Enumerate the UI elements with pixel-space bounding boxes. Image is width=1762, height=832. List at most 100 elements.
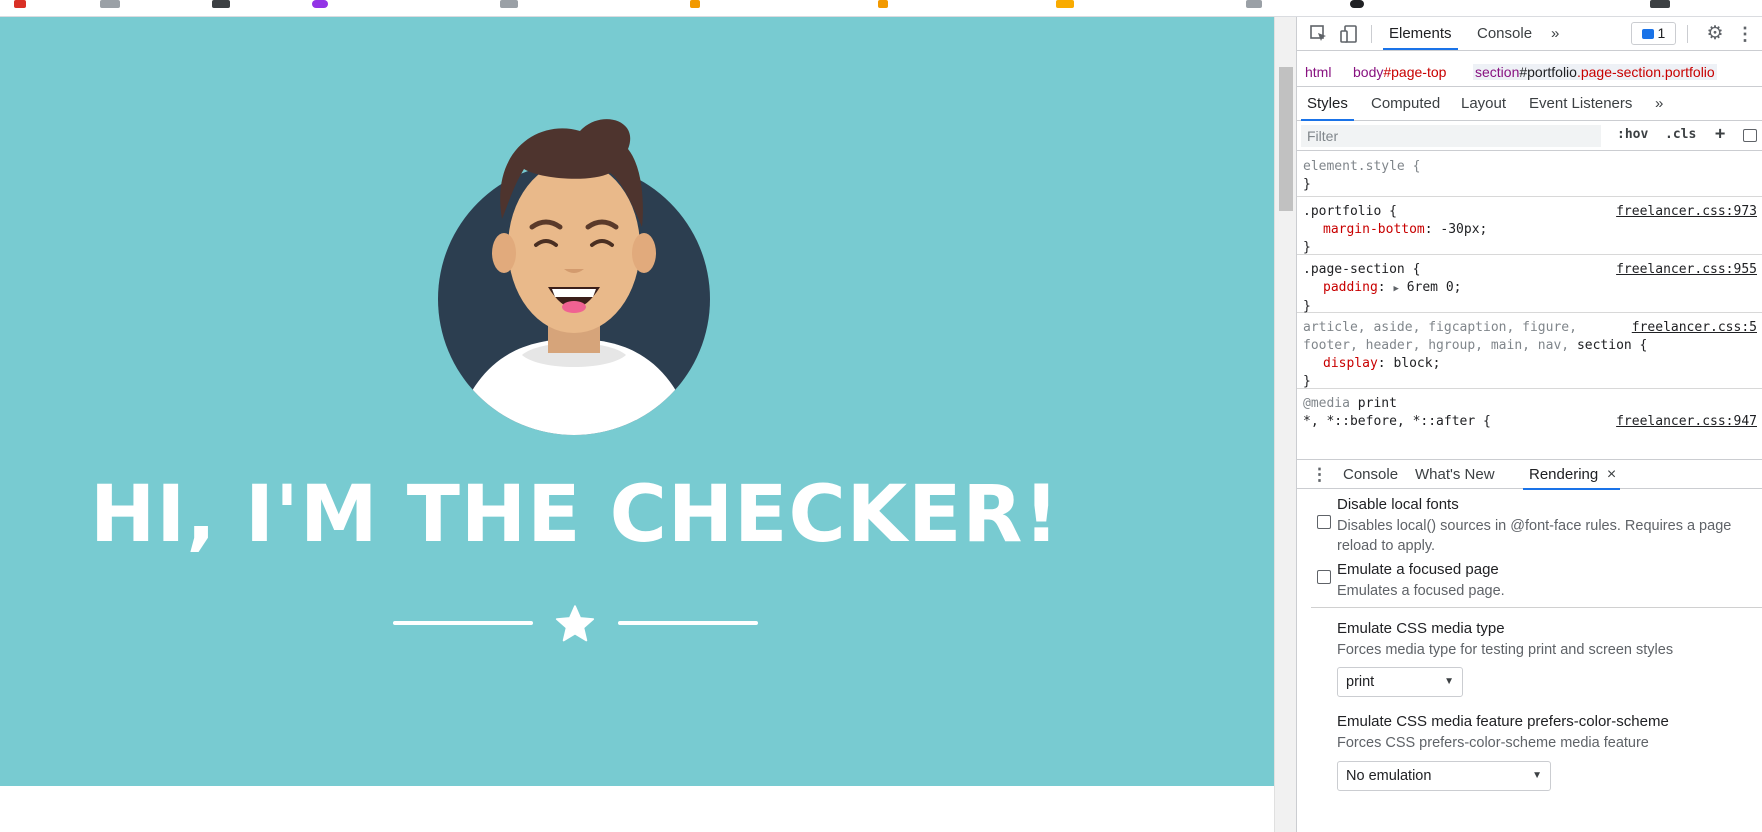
kebab-menu-icon[interactable]: ⋮	[1735, 24, 1755, 44]
breadcrumb-body-tag: body	[1353, 64, 1384, 80]
breadcrumb-section-tag: section	[1475, 64, 1520, 80]
style-property-name[interactable]: padding	[1303, 280, 1378, 295]
drawer-tabbar: ⋮ Console What's New Rendering ×	[1297, 459, 1762, 490]
device-toggle-icon[interactable]	[1339, 24, 1359, 44]
emulate-focused-page-checkbox[interactable]	[1317, 570, 1331, 584]
subtab-event-listeners[interactable]: Event Listeners	[1523, 87, 1638, 121]
toggle-sidebar-icon[interactable]	[1743, 129, 1757, 142]
drawer-tab-console[interactable]: Console	[1337, 460, 1404, 490]
page-scrollbar-thumb[interactable]	[1279, 67, 1293, 211]
masthead-section: HI, I'M THE CHECKER!	[0, 17, 1274, 786]
section-divider	[1311, 607, 1762, 608]
drawer-tab-rendering-label: Rendering	[1529, 466, 1599, 483]
style-rule-media-print[interactable]: @media print freelancer.css:947 *, *::be…	[1297, 389, 1762, 449]
breadcrumb-body-id: #page-top	[1383, 64, 1447, 80]
inspect-element-icon[interactable]	[1309, 24, 1329, 44]
cls-toggle-button[interactable]: .cls	[1665, 127, 1696, 142]
breadcrumb-section[interactable]: section#portfolio.page-section.portfolio	[1473, 64, 1717, 80]
new-style-rule-button[interactable]: +	[1715, 124, 1725, 144]
devtools-panel: Elements Console » 1 ⚙ ⋮ html body#page-…	[1296, 17, 1762, 832]
chevron-down-icon: ▼	[1532, 770, 1542, 781]
breadcrumb-section-classes: .page-section.portfolio	[1576, 64, 1715, 80]
style-property-value[interactable]: 6rem 0;	[1407, 280, 1462, 295]
subtab-computed[interactable]: Computed	[1365, 87, 1446, 121]
styles-pane: element.style { } freelancer.css:973 .po…	[1297, 152, 1762, 452]
style-rule-selector-match: section {	[1576, 338, 1648, 353]
bookmark-item[interactable]	[14, 0, 26, 8]
bookmark-item[interactable]	[878, 0, 888, 8]
drawer-tab-rendering[interactable]: Rendering ×	[1523, 460, 1621, 490]
style-rule-element[interactable]: element.style { }	[1297, 152, 1762, 197]
rendering-pane: Disable local fonts Disables local() sou…	[1297, 490, 1762, 832]
hero-title: HI, I'M THE CHECKER!	[89, 470, 1061, 560]
styles-subtabs: Styles Computed Layout Event Listeners »	[1297, 87, 1762, 121]
option-description: Forces CSS prefers-color-scheme media fe…	[1337, 735, 1649, 751]
hov-toggle-button[interactable]: :hov	[1617, 127, 1648, 142]
media-type-selected-value: print	[1346, 674, 1375, 690]
divider-line-right	[618, 621, 758, 625]
breadcrumb-section-id: #portfolio	[1519, 64, 1577, 80]
devtools-toolbar: Elements Console » 1 ⚙ ⋮	[1297, 17, 1762, 51]
more-tabs-button[interactable]: »	[1545, 17, 1565, 50]
option-description: Emulates a focused page.	[1337, 583, 1505, 599]
option-disable-local-fonts: Disable local fonts Disables local() sou…	[1337, 496, 1737, 556]
style-rule-selector: element.style {	[1303, 159, 1421, 174]
option-title: Emulate a focused page	[1337, 561, 1499, 578]
bookmark-item[interactable]	[690, 0, 700, 8]
option-emulate-focused-page: Emulate a focused page Emulates a focuse…	[1337, 561, 1737, 601]
issues-badge[interactable]: 1	[1631, 22, 1676, 45]
tab-elements[interactable]: Elements	[1383, 17, 1458, 50]
option-title: Disable local fonts	[1337, 496, 1459, 513]
bookmark-item[interactable]	[1350, 0, 1364, 8]
option-description: Disables local() sources in @font-face r…	[1337, 518, 1732, 554]
chevron-down-icon: ▼	[1444, 676, 1454, 687]
style-rule-close: }	[1303, 177, 1311, 192]
breadcrumb-html[interactable]: html	[1305, 64, 1331, 80]
bookmark-item[interactable]	[312, 0, 328, 8]
drawer-menu-icon[interactable]: ⋮	[1311, 460, 1328, 490]
style-rule-source-link[interactable]: freelancer.css:947	[1616, 413, 1757, 431]
style-property-name[interactable]: margin-bottom	[1303, 222, 1425, 237]
subtab-styles[interactable]: Styles	[1301, 87, 1354, 121]
styles-filter-input[interactable]	[1301, 125, 1601, 147]
style-rule-portfolio[interactable]: freelancer.css:973 .portfolio { margin-b…	[1297, 197, 1762, 255]
bookmark-item[interactable]	[1056, 0, 1074, 8]
style-rule-page-section[interactable]: freelancer.css:955 .page-section { paddi…	[1297, 255, 1762, 314]
bookmark-item[interactable]	[1246, 0, 1262, 8]
style-property-name[interactable]: display	[1303, 356, 1378, 371]
style-property-value[interactable]: -30px;	[1440, 222, 1487, 237]
bookmark-item[interactable]	[212, 0, 230, 8]
breadcrumb-body[interactable]: body#page-top	[1353, 64, 1446, 80]
color-scheme-select[interactable]: No emulation ▼	[1337, 761, 1551, 791]
toolbar-separator	[1371, 25, 1372, 43]
style-property-value[interactable]: block;	[1393, 356, 1440, 371]
breadcrumb: html body#page-top section#portfolio.pag…	[1297, 57, 1762, 87]
disable-local-fonts-checkbox[interactable]	[1317, 515, 1331, 529]
style-rule-source-link[interactable]: freelancer.css:5	[1632, 319, 1757, 337]
media-type-select[interactable]: print ▼	[1337, 667, 1463, 697]
close-icon[interactable]: ×	[1607, 460, 1616, 490]
page-scrollbar[interactable]	[1274, 17, 1296, 832]
option-title: Emulate CSS media type	[1337, 620, 1505, 637]
star-divider	[393, 599, 758, 649]
bookmark-item[interactable]	[100, 0, 120, 8]
expand-triangle-icon[interactable]: ▶	[1393, 284, 1398, 294]
style-rule-source-link[interactable]: freelancer.css:973	[1616, 203, 1757, 221]
subtab-layout[interactable]: Layout	[1455, 87, 1512, 121]
drawer-tab-whats-new[interactable]: What's New	[1409, 460, 1501, 490]
style-rule-selector-dim: footer, header, hgroup, main, nav,	[1303, 338, 1577, 353]
tab-console[interactable]: Console	[1471, 17, 1538, 50]
divider-line-left	[393, 621, 533, 625]
media-query-type: print	[1357, 396, 1397, 411]
option-emulate-media-type: Emulate CSS media type Forces media type…	[1337, 620, 1737, 660]
settings-gear-icon[interactable]: ⚙	[1705, 24, 1725, 44]
option-description: Forces media type for testing print and …	[1337, 642, 1674, 658]
subtabs-more-button[interactable]: »	[1649, 87, 1669, 121]
option-prefers-color-scheme: Emulate CSS media feature prefers-color-…	[1337, 713, 1737, 753]
style-rule-block-elements[interactable]: freelancer.css:5 article, aside, figcapt…	[1297, 313, 1762, 389]
color-scheme-selected-value: No emulation	[1346, 768, 1432, 784]
bookmark-item[interactable]	[1650, 0, 1670, 8]
bookmark-item[interactable]	[500, 0, 518, 8]
option-title: Emulate CSS media feature prefers-color-…	[1337, 713, 1669, 730]
style-rule-source-link[interactable]: freelancer.css:955	[1616, 261, 1757, 279]
